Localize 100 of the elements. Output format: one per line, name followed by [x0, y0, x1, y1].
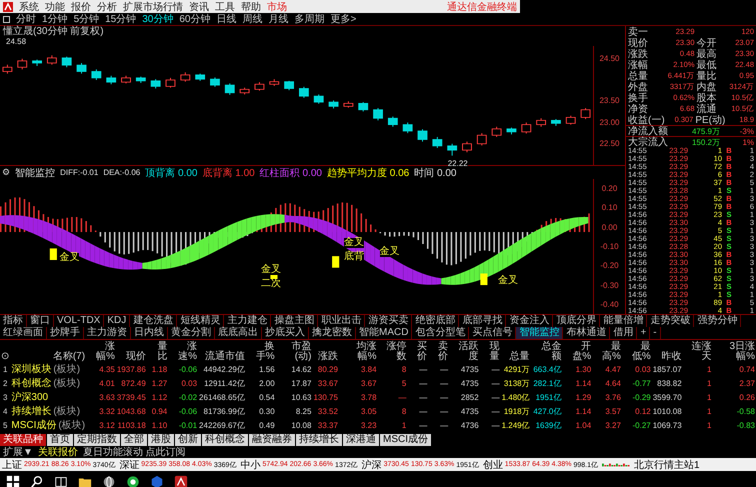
indicator-tab[interactable]: 借用: [610, 327, 638, 339]
search-icon[interactable]: [30, 475, 44, 487]
sheet-tab[interactable]: 港股: [148, 434, 175, 446]
stock-name[interactable]: 深圳板块: [11, 364, 52, 375]
menu-item[interactable]: 报价: [71, 0, 91, 14]
column-header[interactable]: 均涨幅%: [340, 342, 377, 362]
indicator-tab[interactable]: 主力建仓: [224, 315, 272, 327]
indicator-tab[interactable]: 建仓洗盘: [130, 315, 178, 327]
column-header[interactable]: 量比: [148, 342, 168, 362]
menu-item[interactable]: 资讯: [189, 0, 209, 14]
indicator-tab[interactable]: 绝密底部: [412, 315, 460, 327]
column-header[interactable]: 现量: [480, 342, 500, 362]
windows-logo-icon[interactable]: [6, 475, 20, 487]
indicator-tab[interactable]: 红绿画面: [0, 327, 47, 339]
sheet-tab[interactable]: 全部: [121, 434, 148, 446]
indicator-tab[interactable]: 操盘主图: [271, 315, 318, 327]
column-header[interactable]: 3日涨幅%: [713, 342, 755, 362]
sheet-tab[interactable]: 创新: [175, 434, 202, 446]
column-header[interactable]: 总金额: [532, 342, 562, 362]
indicator-tab[interactable]: VOL-TDX: [54, 315, 104, 327]
column-header[interactable]: 买价: [408, 342, 428, 362]
column-header[interactable]: 卖价: [429, 342, 448, 362]
column-header[interactable]: 涨停数: [378, 342, 406, 362]
indicator-tab[interactable]: 底部寻找: [459, 315, 506, 327]
column-header[interactable]: 市盈(动): [276, 342, 312, 362]
indicator-tab[interactable]: -: [650, 327, 661, 339]
indicator-tab[interactable]: 主力游资: [84, 327, 131, 339]
period-tab[interactable]: 周线: [242, 12, 262, 26]
period-tab[interactable]: 月线: [268, 12, 288, 26]
period-tab[interactable]: 分时: [16, 12, 36, 26]
server-label[interactable]: 北京行情主站1: [634, 458, 700, 472]
hexagon-app-icon[interactable]: [150, 475, 164, 487]
column-header[interactable]: 开盘%: [563, 342, 592, 362]
period-tab[interactable]: 60分钟: [179, 12, 210, 26]
indicator-tab[interactable]: 智能MACD: [356, 327, 412, 339]
indicator-tab[interactable]: 窗口: [27, 315, 54, 327]
sheet-tab[interactable]: 定期指数: [74, 434, 121, 446]
column-header[interactable]: 活跃度: [450, 342, 479, 362]
indicator-tab[interactable]: 擒龙密数: [309, 327, 356, 339]
stock-name[interactable]: 科创概念: [11, 378, 52, 389]
indicator-tab[interactable]: 抄牌手: [47, 327, 84, 339]
stock-name[interactable]: MSCI成份: [11, 420, 56, 431]
linked-quote-link[interactable]: 关联报价: [38, 445, 78, 459]
indicator-tab[interactable]: 抄底买入: [262, 327, 309, 339]
column-header[interactable]: ⊙: [1, 352, 10, 362]
menu-item[interactable]: 市场: [267, 0, 287, 14]
period-tab[interactable]: 30分钟: [142, 12, 174, 26]
column-header[interactable]: 昨收: [652, 352, 682, 362]
sheet-tab[interactable]: 持续增长: [296, 434, 343, 446]
sheet-tab[interactable]: MSCI成份: [380, 434, 432, 446]
indicator-tab[interactable]: 能量倍增: [600, 315, 648, 327]
column-header[interactable]: 最低%: [622, 342, 651, 362]
indicator-tab[interactable]: 职业出击: [318, 315, 366, 327]
stock-name[interactable]: 持续增长: [11, 406, 52, 417]
settings-icon[interactable]: ⚙: [2, 167, 10, 178]
sheet-tab[interactable]: 关联品种: [0, 434, 47, 446]
period-tab[interactable]: 5分钟: [74, 12, 100, 26]
task-view-icon[interactable]: [54, 475, 68, 487]
menu-item[interactable]: 分析: [97, 0, 117, 14]
circle-app-icon[interactable]: [126, 475, 140, 487]
column-header[interactable]: 涨幅%: [87, 342, 115, 362]
period-tab[interactable]: 日线: [216, 12, 236, 26]
indicator-tab[interactable]: 游资买卖: [365, 315, 412, 327]
indicator-tab[interactable]: 指标: [0, 315, 27, 327]
column-header[interactable]: 名称(7): [11, 352, 86, 362]
column-header[interactable]: 流通市值: [199, 352, 245, 362]
sheet-tab[interactable]: 首页: [47, 434, 74, 446]
menu-item[interactable]: 系统: [19, 0, 39, 14]
column-header[interactable]: 涨跌: [313, 352, 338, 362]
column-header[interactable]: 最高%: [593, 342, 621, 362]
column-header[interactable]: 总量: [502, 352, 530, 362]
square-app-icon[interactable]: [174, 475, 188, 487]
period-tab[interactable]: 15分钟: [105, 12, 136, 26]
stock-name[interactable]: 沪深300: [11, 392, 48, 403]
column-header[interactable]: 涨速%: [169, 342, 198, 362]
indicator-tab[interactable]: 强势分钟: [694, 315, 742, 327]
indicator-tab[interactable]: 短线精灵: [177, 315, 224, 327]
indicator-tab[interactable]: 日内线: [131, 327, 168, 339]
sheet-tab[interactable]: 深港通: [343, 434, 380, 446]
indicator-tab[interactable]: 智能监控: [516, 327, 564, 339]
period-tab[interactable]: 多周期: [294, 12, 324, 26]
indicator-tab[interactable]: 走势突破: [647, 315, 694, 327]
sheet-tab[interactable]: 科创概念: [202, 434, 249, 446]
period-tab[interactable]: 更多>: [330, 12, 356, 26]
period-tab[interactable]: 1分钟: [42, 12, 68, 26]
indicator-tab[interactable]: 黄金分割: [168, 327, 215, 339]
menu-item[interactable]: 帮助: [241, 0, 261, 14]
column-header[interactable]: 现价: [116, 352, 146, 362]
menu-item[interactable]: 工具: [215, 0, 235, 14]
indicator-tab[interactable]: 布林通道: [563, 327, 610, 339]
indicator-tab[interactable]: 底底高出: [215, 327, 262, 339]
indicator-tab[interactable]: 包含分型笔: [412, 327, 470, 339]
menu-item[interactable]: 功能: [45, 0, 65, 14]
sheet-tab[interactable]: 融资融券: [249, 434, 296, 446]
column-header[interactable]: 连涨天: [684, 342, 712, 362]
expand-button[interactable]: 扩展▼: [3, 445, 33, 459]
indicator-tab[interactable]: KDJ: [104, 315, 130, 327]
globe-icon[interactable]: [102, 475, 116, 487]
menu-item[interactable]: 扩展市场行情: [123, 0, 183, 14]
column-header[interactable]: 换手%: [246, 342, 275, 362]
